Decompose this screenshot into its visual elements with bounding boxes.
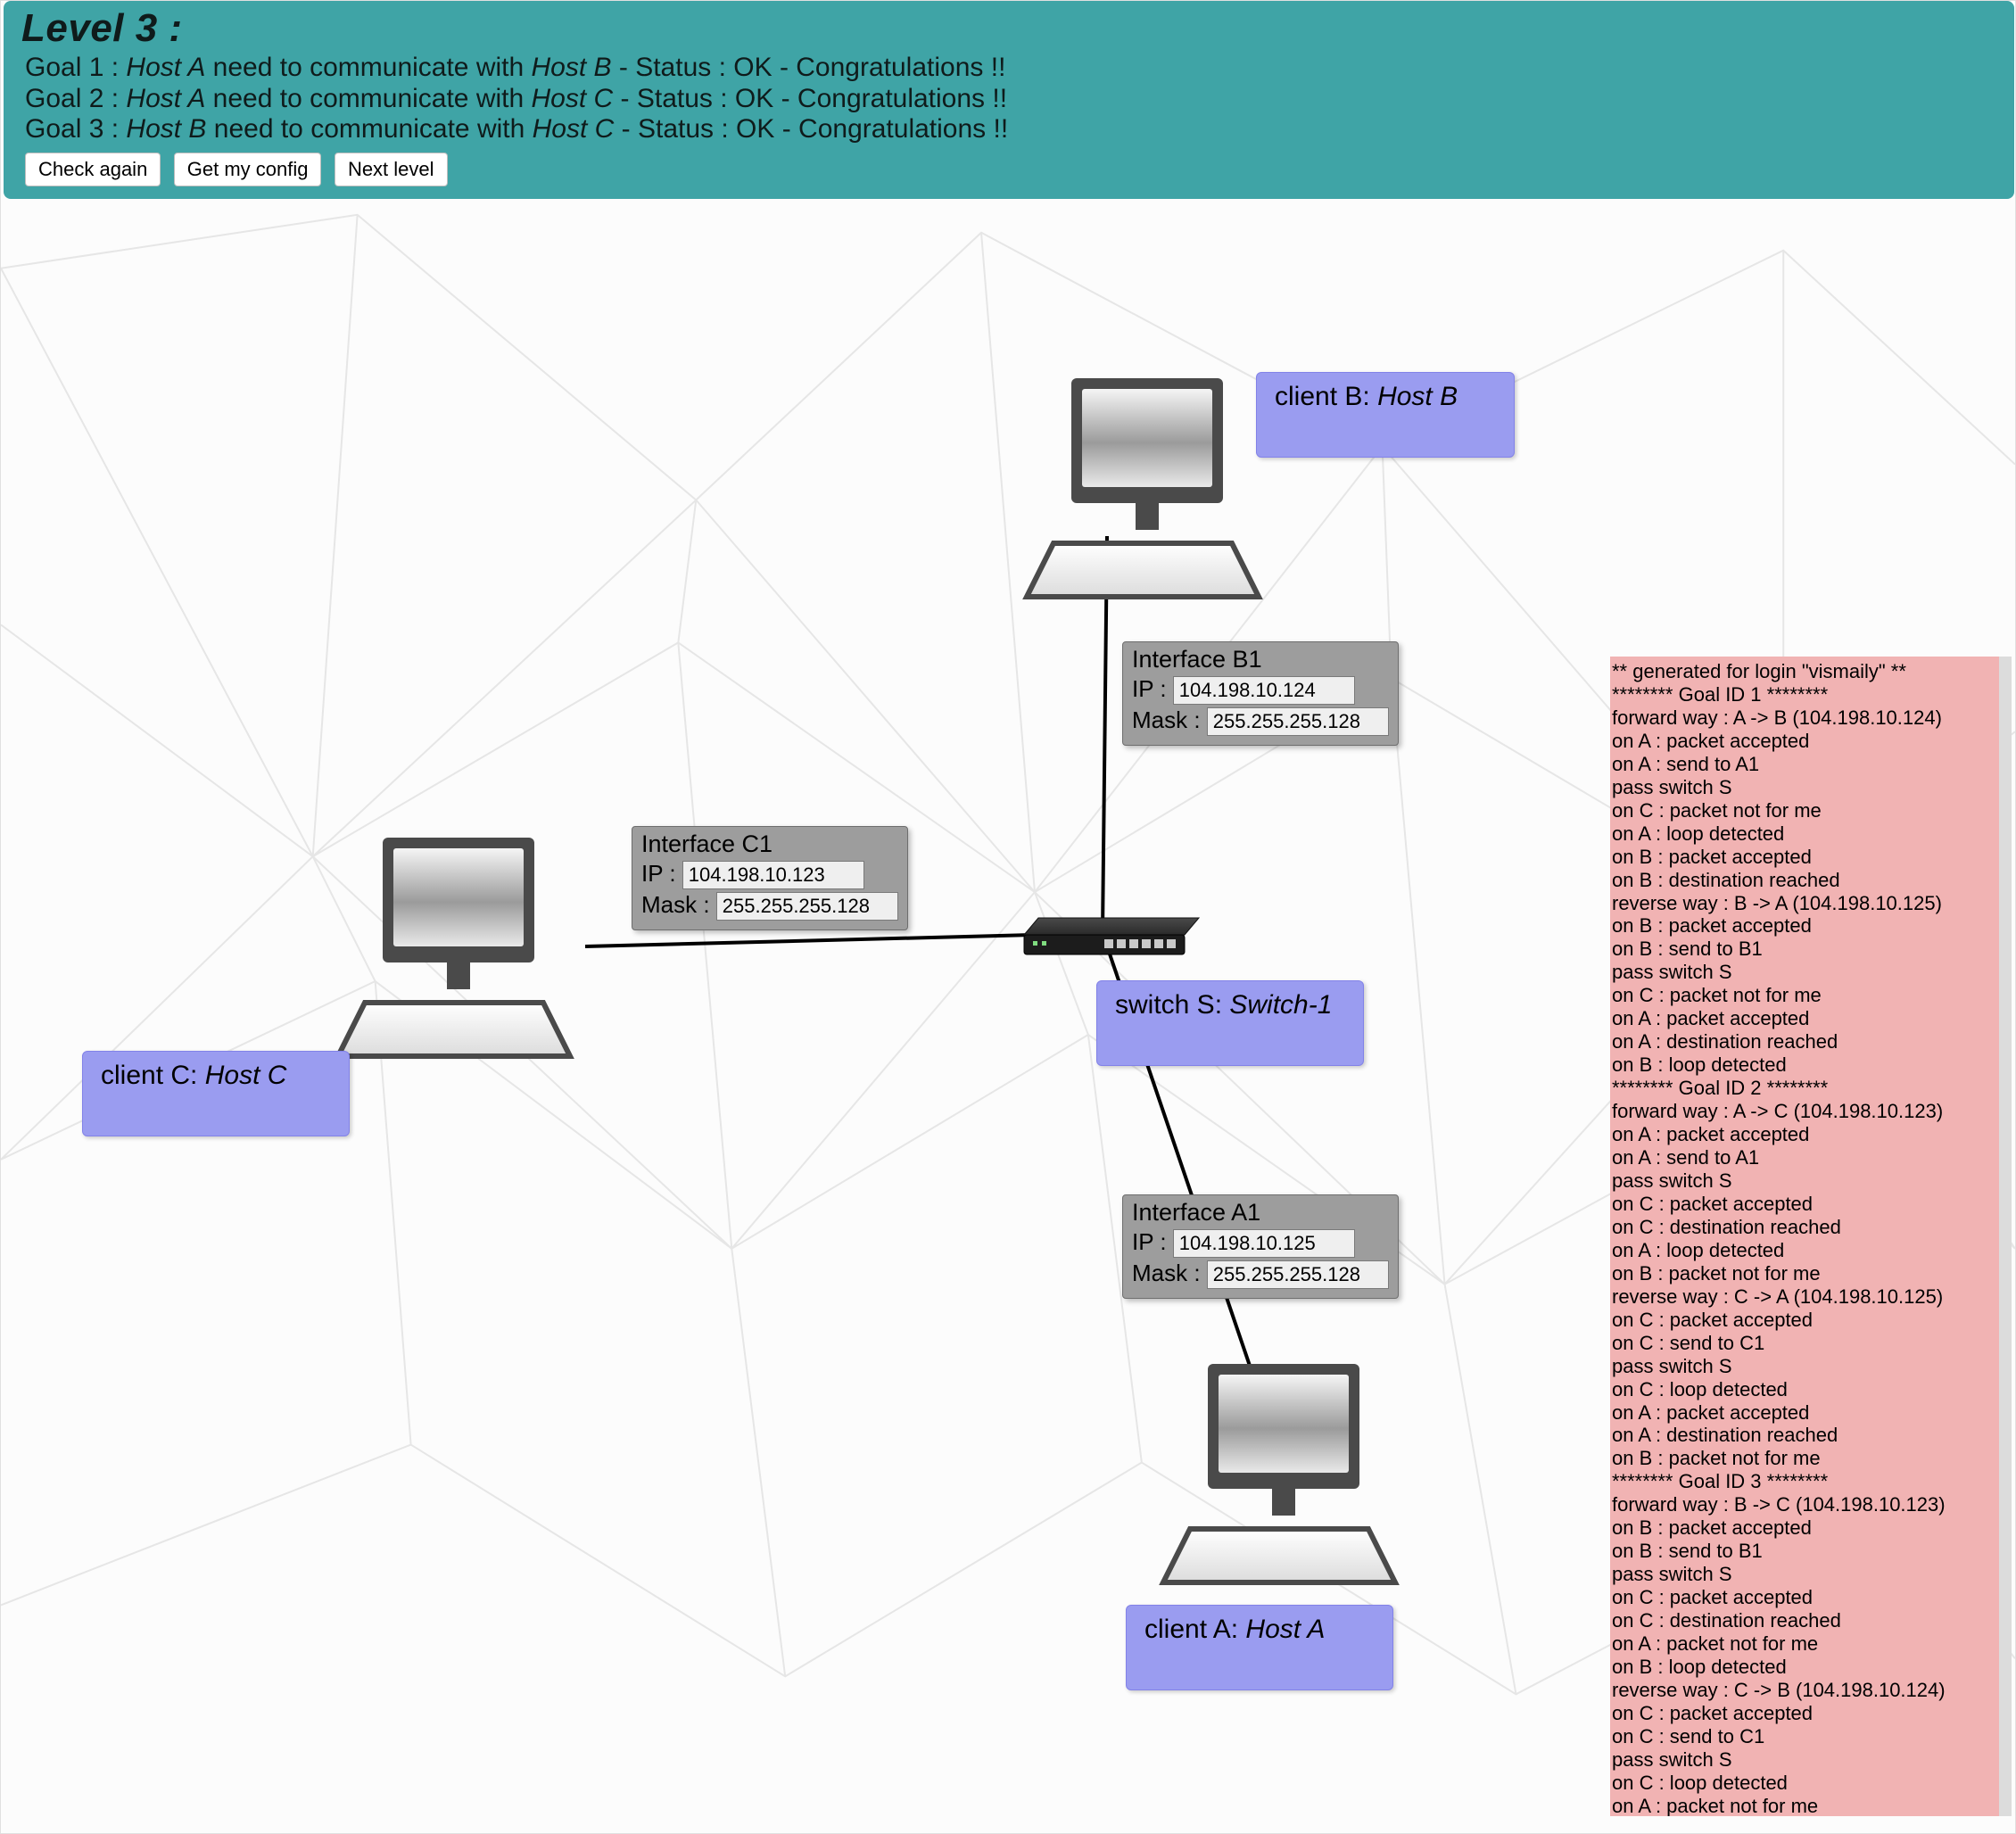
interface-a1-box: Interface A1 IP : Mask : [1122, 1194, 1399, 1299]
get-my-config-button[interactable]: Get my config [174, 153, 322, 186]
log-line: on A : packet accepted [1612, 1123, 1995, 1146]
log-line: on C : loop detected [1612, 1772, 1995, 1795]
log-line: on C : packet accepted [1612, 1193, 1995, 1216]
interface-b1-ip-label: IP : [1132, 675, 1173, 702]
log-line: ******** Goal ID 2 ******** [1612, 1077, 1995, 1100]
log-line: ******** Goal ID 3 ******** [1612, 1470, 1995, 1493]
client-c-computer-icon [320, 829, 588, 1074]
log-line: on A : packet accepted [1612, 1007, 1995, 1030]
log-line: on B : packet not for me [1612, 1262, 1995, 1285]
log-line: on A : loop detected [1612, 1239, 1995, 1262]
log-line: on C : loop detected [1612, 1378, 1995, 1401]
log-line: on A : packet accepted [1612, 1401, 1995, 1425]
interface-b1-mask-label: Mask : [1132, 706, 1207, 733]
level-header: Level 3 : Goal 1 : Host A need to commun… [4, 1, 2014, 199]
interface-b1-box: Interface B1 IP : Mask : [1122, 641, 1399, 746]
log-line: pass switch S [1612, 1355, 1995, 1378]
goal-line-3: Goal 3 : Host B need to communicate with… [25, 114, 1996, 145]
log-line: on A : loop detected [1612, 822, 1995, 846]
log-line: on B : packet accepted [1612, 846, 1995, 869]
log-line: on A : destination reached [1612, 1030, 1995, 1053]
log-line: on A : send to A1 [1612, 1146, 1995, 1169]
check-again-button[interactable]: Check again [25, 153, 161, 186]
log-line: on A : send to A1 [1612, 753, 1995, 776]
interface-a1-mask-label: Mask : [1132, 1260, 1207, 1286]
log-line: on C : packet accepted [1612, 1309, 1995, 1332]
log-line: on B : send to B1 [1612, 1540, 1995, 1563]
log-line: on B : loop detected [1612, 1053, 1995, 1077]
interface-a1-mask-input[interactable] [1207, 1260, 1389, 1289]
client-a-computer-icon [1145, 1355, 1413, 1600]
log-line: on B : send to B1 [1612, 938, 1995, 961]
log-line: pass switch S [1612, 776, 1995, 799]
interface-b1-ip-input[interactable] [1173, 676, 1355, 705]
log-line: on C : packet accepted [1612, 1702, 1995, 1725]
log-line: on B : destination reached [1612, 869, 1995, 892]
log-line: on A : packet accepted [1612, 730, 1995, 753]
interface-c1-mask-input[interactable] [716, 892, 898, 921]
log-line: on B : packet accepted [1612, 914, 1995, 938]
interface-c1-box: Interface C1 IP : Mask : [632, 826, 908, 930]
interface-c1-ip-input[interactable] [682, 861, 864, 889]
log-line: pass switch S [1612, 1563, 1995, 1586]
log-line: reverse way : C -> A (104.198.10.125) [1612, 1285, 1995, 1309]
log-line: on C : destination reached [1612, 1216, 1995, 1239]
interface-b1-title: Interface B1 [1132, 646, 1389, 673]
switch-label: switch S: Switch-1 [1096, 980, 1364, 1066]
goal-line-2: Goal 2 : Host A need to communicate with… [25, 84, 1996, 115]
level-title: Level 3 : [21, 6, 1996, 51]
log-line: on C : packet not for me [1612, 984, 1995, 1007]
goal-line-1: Goal 1 : Host A need to communicate with… [25, 53, 1996, 84]
log-panel: ** generated for login "vismaily" ******… [1610, 657, 2012, 1816]
client-a-label: client A: Host A [1126, 1605, 1393, 1690]
log-line: on C : packet not for me [1612, 799, 1995, 822]
log-line: on B : loop detected [1612, 1656, 1995, 1679]
log-line: on B : packet not for me [1612, 1447, 1995, 1470]
log-line: pass switch S [1612, 961, 1995, 984]
log-line: ******** Goal ID 1 ******** [1612, 683, 1995, 706]
log-line: forward way : A -> C (104.198.10.123) [1612, 1100, 1995, 1123]
next-level-button[interactable]: Next level [335, 153, 448, 186]
log-line: pass switch S [1612, 1748, 1995, 1772]
log-line: on C : send to C1 [1612, 1332, 1995, 1355]
log-line: on C : send to C1 [1612, 1725, 1995, 1748]
interface-a1-ip-input[interactable] [1173, 1229, 1355, 1258]
log-line: on C : destination reached [1612, 1609, 1995, 1632]
switch-icon [1006, 904, 1202, 971]
interface-c1-title: Interface C1 [641, 830, 898, 858]
interface-a1-title: Interface A1 [1132, 1199, 1389, 1227]
interface-b1-mask-input[interactable] [1207, 707, 1389, 736]
log-line: forward way : A -> B (104.198.10.124) [1612, 706, 1995, 730]
client-c-label: client C: Host C [82, 1051, 350, 1136]
client-b-computer-icon [1009, 369, 1277, 615]
interface-c1-mask-label: Mask : [641, 891, 716, 918]
interface-a1-ip-label: IP : [1132, 1228, 1173, 1255]
log-line: pass switch S [1612, 1169, 1995, 1193]
log-line: on A : packet not for me [1612, 1632, 1995, 1656]
log-line: reverse way : B -> A (104.198.10.125) [1612, 892, 1995, 915]
log-line: ** generated for login "vismaily" ** [1612, 660, 1995, 683]
interface-c1-ip-label: IP : [641, 860, 682, 887]
log-line: forward way : B -> C (104.198.10.123) [1612, 1493, 1995, 1516]
log-line: on B : packet accepted [1612, 1516, 1995, 1540]
log-line: on A : destination reached [1612, 1424, 1995, 1447]
log-line: on C : packet accepted [1612, 1586, 1995, 1609]
log-line: reverse way : C -> B (104.198.10.124) [1612, 1679, 1995, 1702]
client-b-label: client B: Host B [1256, 372, 1515, 458]
log-line: on A : packet not for me [1612, 1795, 1995, 1816]
